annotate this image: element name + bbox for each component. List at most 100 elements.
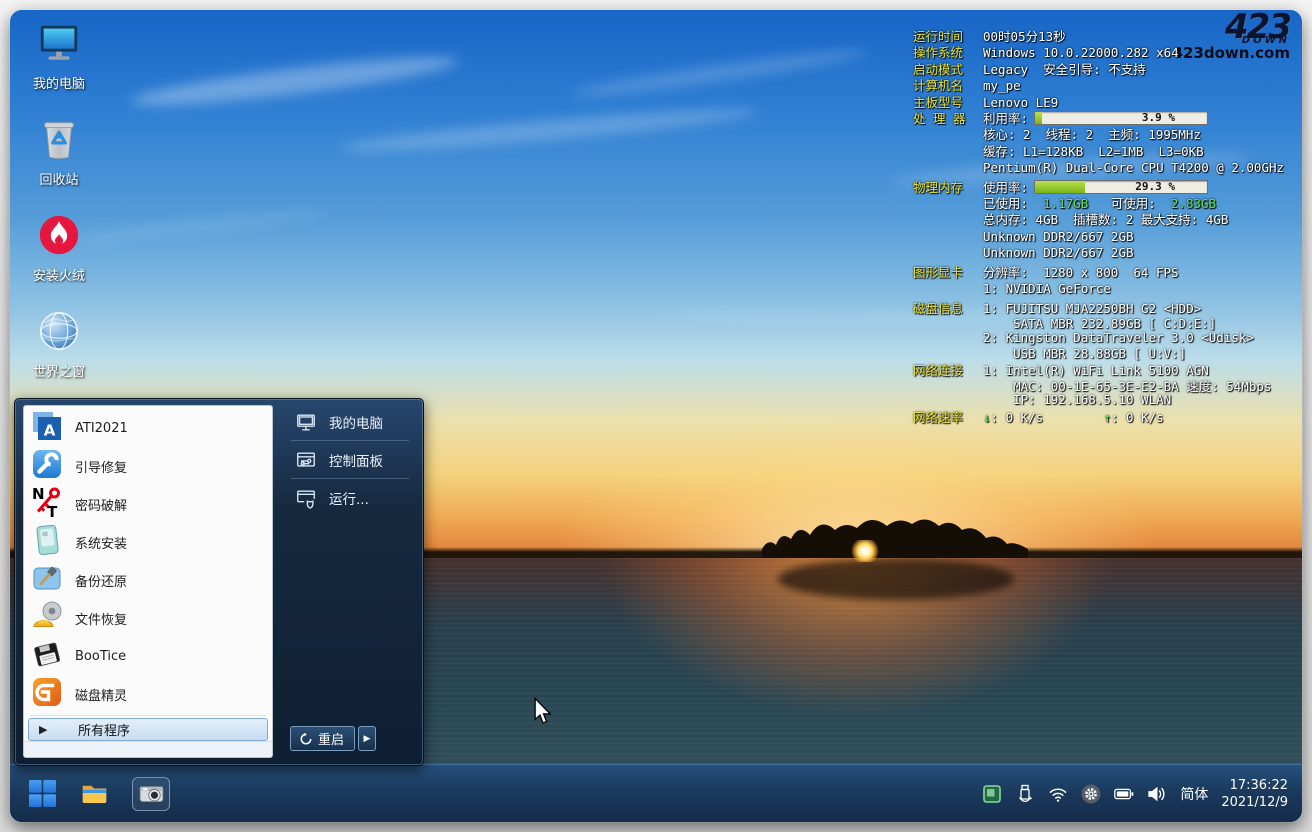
system-info-row: Pentium(R) Dual-Core CPU T4200 @ 2.00GHz (913, 160, 1299, 176)
system-info-panel: 运行时间00时05分13秒操作系统Windows 10.0.22000.282 … (913, 29, 1299, 426)
file-recovery-icon (31, 600, 63, 636)
desktop-icon-label: 我的电脑 (33, 73, 85, 92)
system-info-label (913, 393, 983, 407)
start-menu-app-1[interactable]: AATI2021 (24, 409, 272, 447)
place-separator (291, 478, 409, 479)
settings-gear-icon[interactable] (1081, 784, 1101, 804)
start-menu-app-3[interactable]: NT密码破解 (24, 485, 272, 523)
world-browser-icon (36, 308, 82, 358)
start-menu-app-7[interactable]: BooTice (24, 637, 272, 675)
start-button[interactable] (28, 779, 57, 808)
start-menu-app-4[interactable]: 系统安装 (24, 523, 272, 561)
system-info-value: 总内存: 4GB 插槽数: 2 最大支持: 4GB (983, 212, 1228, 228)
desktop-icon-1[interactable]: 我的电脑 (16, 20, 102, 92)
start-menu-app-label: 系统安装 (75, 533, 127, 552)
system-info-row: 2: Kingston DataTraveler 3.0 <Udisk> (913, 330, 1299, 346)
battery-icon[interactable] (1114, 784, 1134, 804)
system-info-label (913, 281, 983, 297)
island-silhouette (762, 508, 1028, 558)
system-info-row: 1: NVIDIA GeForce (913, 281, 1299, 297)
start-menu-place-3[interactable]: 运行... (277, 481, 417, 514)
system-info-row: 物理内存使用率:29.3 % (913, 180, 1299, 196)
taskbar-tray: 简体 17:36:22 2021/12/9 (982, 777, 1302, 811)
desktop-icon-4[interactable]: 世界之窗 (16, 308, 102, 380)
system-info-label: 磁盘信息 (913, 301, 983, 317)
start-menu-place-label: 控制面板 (329, 450, 383, 470)
system-info-label (913, 347, 983, 361)
control-panel-icon (295, 449, 329, 471)
system-info-value: 使用率:29.3 % (983, 180, 1208, 196)
system-info-row: 总内存: 4GB 插槽数: 2 最大支持: 4GB (913, 212, 1299, 228)
start-menu-app-label: 引导修复 (75, 457, 127, 476)
wifi-icon[interactable] (1048, 784, 1068, 804)
right-arrow-icon: ▶ (39, 723, 51, 736)
system-info-label: 运行时间 (913, 29, 983, 45)
system-info-label: 网络速率 (913, 410, 983, 426)
system-info-label: 启动模式 (913, 62, 983, 78)
restart-label: 重启 (318, 729, 344, 748)
start-menu-app-6[interactable]: 文件恢复 (24, 599, 272, 637)
start-menu-place-2[interactable]: 控制面板 (277, 443, 417, 476)
restart-button[interactable]: 重启 (290, 726, 355, 751)
start-menu-app-label: 密码破解 (75, 495, 127, 514)
system-info-row: Unknown DDR2/667 2GB (913, 229, 1299, 245)
start-menu-left-pane: AATI2021 引导修复 NT密码破解系统安装备份还原文件恢复 BooTice 磁盘精… (23, 405, 273, 758)
desktop-icon-3[interactable]: 安装火绒 (16, 212, 102, 284)
clock-time: 17:36:22 (1221, 777, 1288, 794)
system-info-label (913, 212, 983, 228)
system-info-value: Lenovo LE9 (983, 95, 1058, 111)
desktop-icon-label: 世界之窗 (33, 361, 85, 380)
system-info-label (913, 317, 983, 331)
desktop-icon-2[interactable]: 回收站 (16, 116, 102, 188)
system-info-label: 处 理 器 (913, 111, 983, 127)
my-computer-icon (36, 20, 82, 70)
volume-icon[interactable] (1147, 784, 1167, 804)
system-info-label (913, 245, 983, 261)
system-info-value: Unknown DDR2/667 2GB (983, 245, 1134, 261)
system-info-value: 1: FUJITSU MJA2250BH G2 <HDD> (983, 301, 1201, 317)
system-info-value: 00时05分13秒 (983, 29, 1066, 45)
start-menu-place-1[interactable]: 我的电脑 (277, 405, 417, 438)
start-menu-app-5[interactable]: 备份还原 (24, 561, 272, 599)
recycle-bin-icon (36, 116, 82, 166)
image-viewer-tray-icon[interactable] (982, 784, 1002, 804)
start-menu-app-8[interactable]: 磁盘精灵 (24, 675, 272, 713)
taskbar-clock[interactable]: 17:36:22 2021/12/9 (1221, 777, 1288, 811)
file-explorer-button[interactable] (80, 779, 109, 808)
start-menu-app-2[interactable]: 引导修复 (24, 447, 272, 485)
system-info-value: 1: Intel(R) WiFi Link 5100 AGN (983, 363, 1209, 379)
restart-options-arrow[interactable]: ▶ (358, 726, 376, 751)
bootice-icon (31, 638, 63, 674)
clock-date: 2021/12/9 (1221, 794, 1288, 811)
system-install-icon (31, 524, 63, 560)
system-info-label (913, 144, 983, 160)
system-info-value: Pentium(R) Dual-Core CPU T4200 @ 2.00GHz (983, 160, 1284, 176)
system-info-row: Unknown DDR2/667 2GB (913, 245, 1299, 261)
system-info-row: 核心: 2 线程: 2 主频: 1995MHz (913, 127, 1299, 143)
system-info-row: 操作系统Windows 10.0.22000.282 x64 (913, 45, 1299, 61)
system-info-row: 缓存: L1=128KB L2=1MB L3=0KB (913, 144, 1299, 160)
system-info-row: USB MBR 28.88GB [ U:V:] (913, 347, 1299, 361)
run-icon (295, 487, 329, 509)
taskbar-left (10, 777, 170, 811)
usage-progress-bar: 29.3 % (1034, 180, 1208, 194)
start-menu: AATI2021 引导修复 NT密码破解系统安装备份还原文件恢复 BooTice 磁盘精… (14, 398, 424, 766)
system-info-row: 网络速率↓: 0 K/s ↑: 0 K/s (913, 410, 1299, 426)
taskbar: 简体 17:36:22 2021/12/9 (10, 764, 1302, 822)
system-info-value: Unknown DDR2/667 2GB (983, 229, 1134, 245)
ime-indicator[interactable]: 简体 (1180, 784, 1208, 804)
system-info-value: IP: 192.168.5.10 WLAN (983, 393, 1171, 407)
usb-eject-icon[interactable] (1015, 784, 1035, 804)
system-info-row: 磁盘信息1: FUJITSU MJA2250BH G2 <HDD> (913, 301, 1299, 317)
all-programs-button[interactable]: ▶ 所有程序 (28, 718, 268, 741)
start-menu-app-label: BooTice (75, 649, 126, 664)
system-info-row: 运行时间00时05分13秒 (913, 29, 1299, 45)
screenshot-tool-button[interactable] (132, 777, 170, 811)
start-menu-app-label: 备份还原 (75, 571, 127, 590)
system-info-label (913, 160, 983, 176)
system-info-value: USB MBR 28.88GB [ U:V:] (983, 347, 1186, 361)
system-info-row: MAC: 00-1E-65-3E-E2-BA 速度: 54Mbps (913, 380, 1299, 394)
svg-text:A: A (44, 422, 56, 440)
system-info-row: SATA MBR 232.89GB [ C:D:E:] (913, 317, 1299, 331)
system-info-value: 已使用: 1.17GB 可使用: 2.83GB (983, 196, 1216, 212)
